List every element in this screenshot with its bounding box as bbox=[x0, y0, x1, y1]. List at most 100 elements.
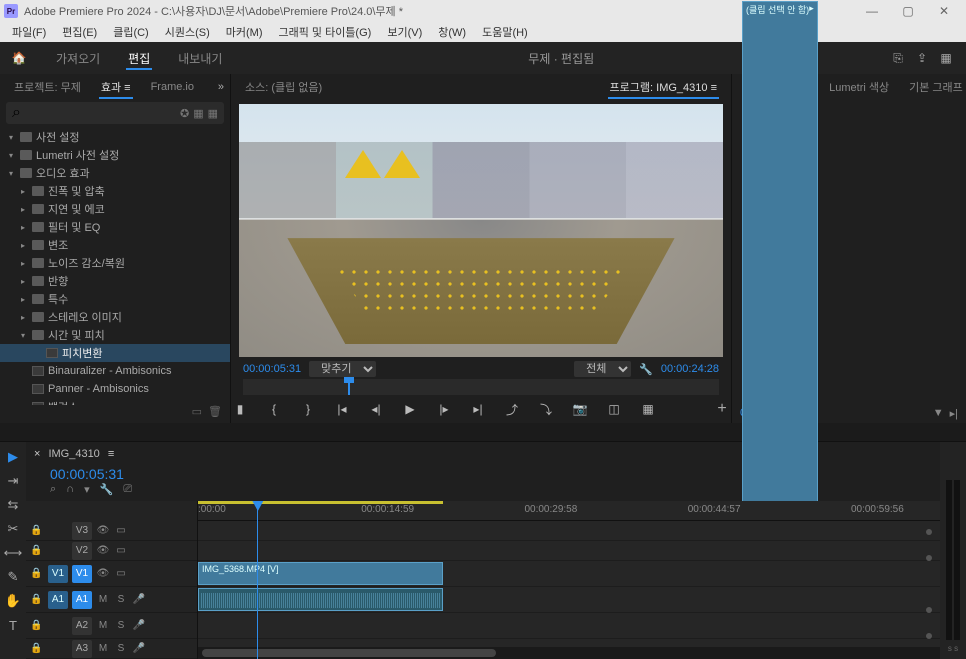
mic-icon[interactable]: 🎤 bbox=[132, 620, 146, 631]
quick-export-icon[interactable]: ⎘ bbox=[886, 46, 910, 70]
track-target[interactable]: V3 bbox=[72, 522, 92, 540]
eye-icon[interactable]: 👁 bbox=[96, 545, 110, 556]
mic-icon[interactable]: 🎤 bbox=[132, 643, 146, 654]
timeline-ruler[interactable]: :00:0000:00:14:5900:00:29:5800:00:44:570… bbox=[198, 501, 940, 521]
track-header-a1[interactable]: 🔒A1A1MS🎤 bbox=[26, 587, 197, 613]
track-header-v3[interactable]: 🔒V3👁▭ bbox=[26, 521, 197, 541]
workspace-menu-icon[interactable]: ▦ bbox=[934, 46, 958, 70]
slip-tool[interactable]: ⟷ bbox=[2, 542, 24, 564]
tree-folder[interactable]: ▸특수 bbox=[0, 290, 230, 308]
proxy-button[interactable]: ▦ bbox=[639, 400, 657, 418]
track-header-a2[interactable]: 🔒A2MS🎤 bbox=[26, 613, 197, 639]
mic-icon[interactable]: 🎤 bbox=[132, 594, 146, 605]
tree-folder[interactable]: ▾Lumetri 사전 설정 bbox=[0, 146, 230, 164]
menu-item[interactable]: 보기(V) bbox=[379, 22, 430, 42]
tree-folder[interactable]: ▸스테레오 이미지 bbox=[0, 308, 230, 326]
new-bin-icon[interactable]: ▭ bbox=[192, 405, 202, 423]
effects-search[interactable]: ⌕ ✪ ▦ ▦ bbox=[6, 102, 224, 124]
mute-icon[interactable]: M bbox=[96, 620, 110, 631]
program-tc-out[interactable]: 00:00:24:28 bbox=[661, 363, 719, 375]
program-monitor[interactable] bbox=[239, 104, 723, 357]
tree-folder[interactable]: ▾오디오 효과 bbox=[0, 164, 230, 182]
lock-icon[interactable]: 🔒 bbox=[30, 525, 44, 536]
timeline-tracks[interactable]: :00:0000:00:14:5900:00:29:5800:00:44:570… bbox=[198, 501, 940, 659]
video-clip[interactable]: IMG_5368.MP4 [V] bbox=[198, 562, 443, 585]
share-icon[interactable]: ⇪ bbox=[910, 46, 934, 70]
lock-icon[interactable]: 🔒 bbox=[30, 545, 44, 556]
preset-bin-icon[interactable]: ▦ bbox=[193, 107, 203, 120]
link-icon[interactable]: ∩ bbox=[66, 483, 74, 501]
track-target[interactable]: V2 bbox=[72, 542, 92, 560]
selection-tool[interactable]: ▶ bbox=[2, 446, 24, 468]
maximize-button[interactable]: ▢ bbox=[890, 1, 926, 21]
track-header-v1[interactable]: 🔒V1V1👁▭ bbox=[26, 561, 197, 587]
track-target[interactable]: A1 bbox=[72, 591, 92, 609]
menu-item[interactable]: 시퀀스(S) bbox=[157, 22, 218, 42]
track-select-tool[interactable]: ⇥ bbox=[2, 470, 24, 492]
source-tab[interactable]: 소스: (클립 없음) bbox=[239, 75, 328, 99]
lock-icon[interactable]: 🔒 bbox=[30, 594, 44, 605]
tree-folder[interactable]: ▸필터 및 EQ bbox=[0, 218, 230, 236]
tree-folder[interactable]: ▾사전 설정 bbox=[0, 128, 230, 146]
compare-button[interactable]: ◫ bbox=[605, 400, 623, 418]
mark-clip-button[interactable]: } bbox=[299, 400, 317, 418]
menu-item[interactable]: 파일(F) bbox=[4, 22, 54, 42]
effects-tree[interactable]: ▾사전 설정▾Lumetri 사전 설정▾오디오 효과▸진폭 및 압축▸지연 및… bbox=[0, 126, 230, 405]
mark-out-button[interactable]: { bbox=[265, 400, 283, 418]
snap-icon[interactable]: ⌕ bbox=[50, 483, 56, 501]
audio-clip[interactable] bbox=[198, 588, 443, 611]
audio-meters[interactable]: s s bbox=[940, 442, 966, 659]
source-patch[interactable]: V1 bbox=[48, 565, 68, 583]
tree-effect[interactable]: Binauralizer - Ambisonics bbox=[0, 362, 230, 380]
program-tab[interactable]: 프로그램: IMG_4310 ≡ bbox=[604, 75, 723, 99]
goto-in-button[interactable]: |◂ bbox=[333, 400, 351, 418]
resolution-select[interactable]: 전체 bbox=[574, 361, 631, 377]
tree-folder[interactable]: ▸지연 및 에코 bbox=[0, 200, 230, 218]
lock-icon[interactable]: 🔒 bbox=[30, 620, 44, 631]
close-button[interactable]: ✕ bbox=[926, 1, 962, 21]
source-patch[interactable]: A1 bbox=[48, 591, 68, 609]
button-editor[interactable]: + bbox=[713, 400, 731, 418]
minimize-button[interactable]: — bbox=[854, 1, 890, 21]
marker-icon[interactable]: ▾ bbox=[84, 483, 90, 501]
tree-folder[interactable]: ▾시간 및 피치 bbox=[0, 326, 230, 344]
export-frame-button[interactable]: 📷 bbox=[571, 400, 589, 418]
preset-del-icon[interactable]: ▦ bbox=[208, 107, 218, 120]
mark-in-button[interactable]: ▮ bbox=[231, 400, 249, 418]
extract-button[interactable]: ⤵ bbox=[537, 400, 555, 418]
keyframe-icon[interactable]: ▸| bbox=[950, 407, 958, 420]
track-target[interactable]: A3 bbox=[72, 640, 92, 658]
ripple-tool[interactable]: ⇆ bbox=[2, 494, 24, 516]
zoom-fit-select[interactable]: 맞추기 bbox=[309, 361, 376, 377]
settings-icon[interactable]: 🔧 bbox=[639, 363, 653, 376]
workspace-tab[interactable]: 가져오기 bbox=[42, 42, 114, 74]
tree-folder[interactable]: ▸변조 bbox=[0, 236, 230, 254]
type-tool[interactable]: T bbox=[2, 614, 24, 636]
eye-icon[interactable]: 👁 bbox=[96, 568, 110, 579]
play-button[interactable]: ▶ bbox=[401, 400, 419, 418]
filter-icon[interactable]: ▼ bbox=[933, 407, 944, 419]
menu-item[interactable]: 편집(E) bbox=[54, 22, 105, 42]
tree-folder[interactable]: ▸진폭 및 압축 bbox=[0, 182, 230, 200]
panel-menu[interactable]: » bbox=[218, 81, 224, 93]
track-target[interactable]: A2 bbox=[72, 617, 92, 635]
workspace-tab[interactable]: 내보내기 bbox=[164, 42, 236, 74]
track-target[interactable]: V1 bbox=[72, 565, 92, 583]
program-tc-in[interactable]: 00:00:05:31 bbox=[243, 363, 301, 375]
panel-tab[interactable]: 프로젝트: 무제 bbox=[6, 75, 89, 99]
workspace-tab[interactable]: 편집 bbox=[114, 42, 164, 74]
trash-icon[interactable]: 🗑 bbox=[208, 405, 222, 423]
tree-effect[interactable]: Panner - Ambisonics bbox=[0, 380, 230, 398]
menu-item[interactable]: 그래픽 및 타이틀(G) bbox=[270, 22, 379, 42]
track-header-v2[interactable]: 🔒V2👁▭ bbox=[26, 541, 197, 561]
panel-tab[interactable]: 효과 ≡ bbox=[93, 75, 139, 99]
eye-icon[interactable]: 👁 bbox=[96, 525, 110, 536]
caption-icon[interactable]: ⎚ bbox=[123, 483, 132, 501]
menu-item[interactable]: 도움말(H) bbox=[474, 22, 536, 42]
effects-search-input[interactable] bbox=[21, 107, 176, 119]
menu-item[interactable]: 마커(M) bbox=[218, 22, 271, 42]
panel-tab[interactable]: Frame.io bbox=[143, 77, 202, 97]
razor-tool[interactable]: ✂ bbox=[2, 518, 24, 540]
preset-new-icon[interactable]: ✪ bbox=[180, 107, 189, 120]
step-fwd-button[interactable]: |▸ bbox=[435, 400, 453, 418]
